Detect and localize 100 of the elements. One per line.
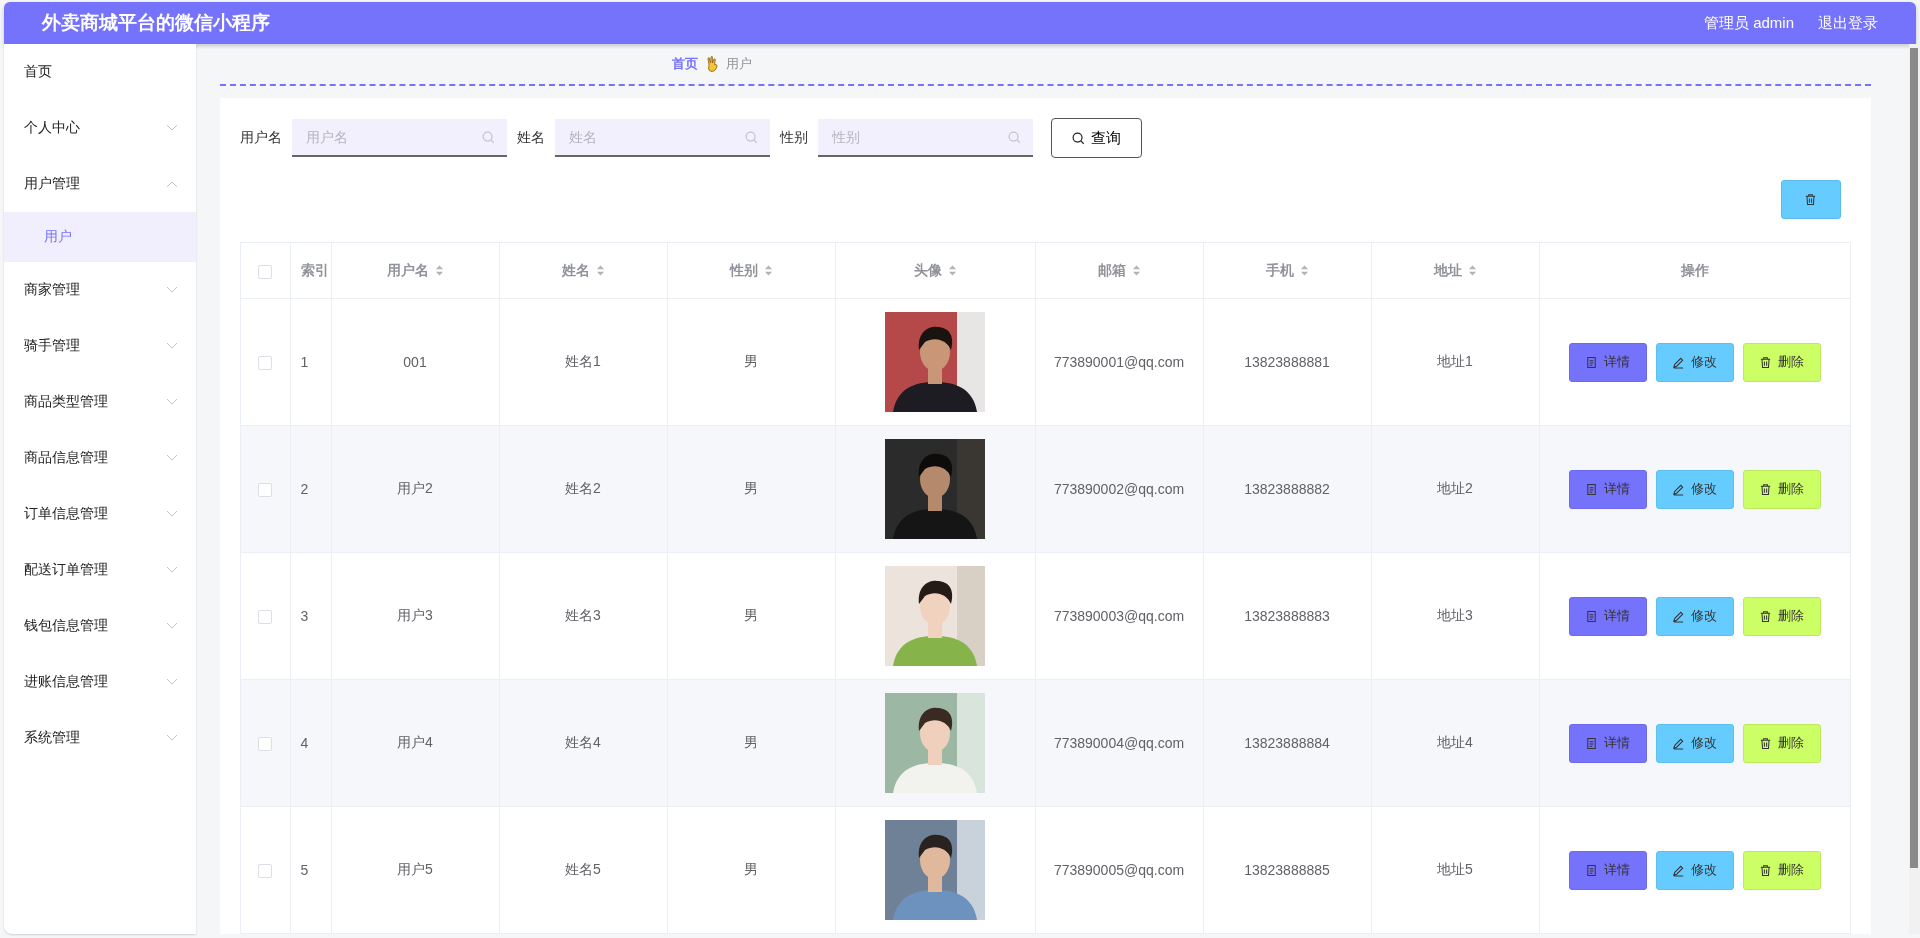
sort-icon[interactable] — [1299, 264, 1309, 277]
table-cell: 13823888882 — [1244, 481, 1330, 497]
checkbox[interactable] — [258, 864, 272, 879]
sidebar-item[interactable]: 个人中心 — [4, 100, 196, 156]
search-icon — [481, 131, 495, 144]
checkbox[interactable] — [258, 483, 272, 498]
breadcrumb-link[interactable]: 首页 — [671, 55, 698, 73]
trash-icon — [1759, 736, 1772, 750]
trash-icon — [1759, 609, 1772, 623]
document-icon — [1585, 482, 1598, 496]
edit-button[interactable]: 修改 — [1655, 469, 1734, 509]
sort-icon[interactable] — [763, 264, 773, 277]
table-cell: 2 — [300, 481, 309, 497]
table-cell: 姓名3 — [565, 607, 601, 623]
field-label: 姓名 — [516, 129, 545, 147]
trash-icon — [1804, 193, 1817, 206]
checkbox[interactable] — [258, 610, 272, 625]
sort-icon[interactable] — [434, 264, 444, 277]
delete-button[interactable]: 删除 — [1742, 342, 1821, 382]
table-cell: 13823888883 — [1244, 608, 1330, 624]
table-cell: 3 — [300, 608, 309, 624]
sidebar-item[interactable]: 进账信息管理 — [4, 654, 196, 710]
trash-icon — [1759, 863, 1772, 877]
checkbox[interactable] — [258, 356, 272, 371]
sidebar-item[interactable]: 商品信息管理 — [4, 430, 196, 486]
table-cell: 用户5 — [397, 861, 433, 877]
table-cell: 姓名4 — [565, 734, 601, 750]
pencil-icon — [1672, 736, 1685, 750]
table-cell: 姓名1 — [565, 353, 601, 369]
table-cell: 13823888881 — [1244, 354, 1330, 370]
app-title: 外卖商城平台的微信小程序 — [42, 11, 271, 35]
table-cell: 地址5 — [1437, 861, 1473, 877]
edit-button[interactable]: 修改 — [1655, 723, 1734, 763]
sidebar-subitem[interactable]: 用户 — [4, 212, 196, 262]
table-cell: 773890001@qq.com — [1053, 354, 1185, 370]
search-icon — [1071, 131, 1085, 145]
table-cell: 001 — [403, 354, 427, 370]
table-cell: 13823888884 — [1244, 735, 1330, 751]
sidebar-item[interactable]: 商家管理 — [4, 262, 196, 318]
delete-button[interactable]: 删除 — [1742, 469, 1821, 509]
field-label: 性别 — [779, 129, 808, 147]
column-heading: 操作 — [1680, 261, 1709, 280]
checkbox[interactable] — [258, 737, 272, 752]
sidebar-item[interactable]: 钱包信息管理 — [4, 598, 196, 654]
pencil-icon — [1672, 355, 1685, 369]
table-cell: 4 — [300, 735, 309, 751]
breadcrumb-current: 用户 — [725, 55, 752, 73]
sidebar-item[interactable]: 骑手管理 — [4, 318, 196, 374]
search-icon — [744, 131, 758, 144]
delete-button[interactable]: 删除 — [1742, 596, 1821, 636]
delete-button[interactable]: 删除 — [1742, 850, 1821, 890]
search-field[interactable]: 姓名 — [554, 119, 770, 157]
sidebar-item[interactable]: 首页 — [4, 44, 196, 100]
search-button[interactable]: 查询 — [1050, 118, 1142, 158]
user-label: 管理员 admin — [1703, 13, 1794, 33]
sort-icon[interactable] — [1467, 264, 1477, 277]
table-cell: 5 — [300, 862, 309, 878]
edit-button[interactable]: 修改 — [1655, 342, 1734, 382]
sidebar-item[interactable]: 系统管理 — [4, 710, 196, 766]
checkbox[interactable] — [258, 264, 272, 279]
table-cell: 姓名2 — [565, 480, 601, 496]
table-cell: 男 — [744, 734, 758, 750]
trash-icon — [1759, 355, 1772, 369]
scrollbar[interactable] — [1908, 44, 1920, 934]
table-cell: 男 — [744, 480, 758, 496]
batch-delete-button[interactable] — [1780, 180, 1841, 219]
document-icon — [1585, 355, 1598, 369]
sort-icon[interactable] — [1131, 264, 1141, 277]
document-icon — [1585, 609, 1598, 623]
sidebar-item[interactable]: 用户管理 — [4, 156, 196, 212]
table-cell: 地址1 — [1437, 353, 1473, 369]
column-heading: 索引 — [300, 261, 329, 280]
search-icon — [1007, 131, 1021, 144]
logout-link[interactable]: 退出登录 — [1818, 13, 1878, 33]
sort-icon[interactable] — [947, 264, 957, 277]
document-icon — [1585, 736, 1598, 750]
search-field[interactable]: 性别 — [817, 119, 1033, 157]
delete-button[interactable]: 删除 — [1742, 723, 1821, 763]
sort-icon[interactable] — [595, 264, 605, 277]
table-cell: 用户4 — [397, 734, 433, 750]
table-cell: 13823888885 — [1244, 862, 1330, 878]
pencil-icon — [1672, 863, 1685, 877]
hand-icon — [705, 56, 718, 72]
sidebar-item[interactable]: 配送订单管理 — [4, 542, 196, 598]
pencil-icon — [1672, 482, 1685, 496]
edit-button[interactable]: 修改 — [1655, 596, 1734, 636]
table-cell: 地址2 — [1437, 480, 1473, 496]
sidebar-item[interactable]: 订单信息管理 — [4, 486, 196, 542]
table-cell: 773890003@qq.com — [1053, 608, 1185, 624]
sidebar-item[interactable]: 商品类型管理 — [4, 374, 196, 430]
table-cell: 用户3 — [397, 607, 433, 623]
pencil-icon — [1672, 609, 1685, 623]
table-cell: 773890004@qq.com — [1053, 735, 1185, 751]
table-cell: 1 — [300, 354, 309, 370]
table-cell: 男 — [744, 607, 758, 623]
table-cell: 姓名5 — [565, 861, 601, 877]
edit-button[interactable]: 修改 — [1655, 850, 1734, 890]
table-cell: 男 — [744, 353, 758, 369]
search-field[interactable]: 用户名 — [291, 119, 507, 157]
table-cell: 用户2 — [397, 480, 433, 496]
